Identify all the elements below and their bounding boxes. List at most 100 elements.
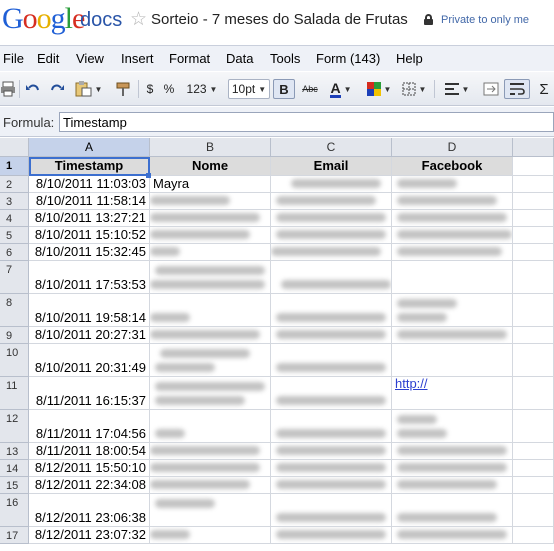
table-cell[interactable]: http:// — [392, 377, 513, 410]
row-header-4[interactable]: 4 — [0, 210, 29, 227]
table-cell[interactable] — [513, 227, 554, 244]
column-header-b[interactable]: B — [150, 138, 271, 157]
table-cell[interactable] — [271, 210, 392, 227]
table-cell[interactable] — [271, 244, 392, 261]
table-cell[interactable] — [392, 494, 513, 527]
header-cell-timestamp[interactable]: Timestamp — [29, 157, 150, 176]
column-header-c[interactable]: C — [271, 138, 392, 157]
table-cell[interactable] — [513, 527, 554, 544]
wrap-text-icon[interactable] — [504, 79, 530, 99]
table-cell[interactable]: 8/11/2011 16:15:37 — [29, 377, 150, 410]
bold-button[interactable]: B — [273, 79, 295, 99]
table-cell[interactable] — [271, 327, 392, 344]
paint-format-icon[interactable] — [112, 79, 134, 99]
table-cell[interactable] — [150, 210, 271, 227]
menu-insert[interactable]: Insert — [121, 51, 154, 66]
table-cell[interactable]: Mayra — [150, 176, 271, 193]
table-cell[interactable] — [513, 261, 554, 294]
table-cell[interactable] — [150, 193, 271, 210]
font-size-dropdown[interactable]: 10pt ▼ — [228, 79, 270, 99]
table-cell[interactable]: 8/12/2011 23:06:38 — [29, 494, 150, 527]
table-cell[interactable] — [513, 244, 554, 261]
table-cell[interactable] — [513, 344, 554, 377]
table-cell[interactable] — [513, 193, 554, 210]
table-cell[interactable] — [513, 443, 554, 460]
table-cell[interactable]: 8/10/2011 13:27:21 — [29, 210, 150, 227]
table-cell[interactable]: 8/10/2011 20:27:31 — [29, 327, 150, 344]
column-header-d[interactable]: D — [392, 138, 513, 157]
table-cell[interactable] — [150, 344, 271, 377]
table-cell[interactable] — [392, 294, 513, 327]
table-cell[interactable] — [150, 410, 271, 443]
table-cell[interactable] — [150, 327, 271, 344]
currency-format-button[interactable]: $ — [143, 79, 157, 99]
strikethrough-button[interactable]: Abc — [299, 79, 321, 99]
table-cell[interactable] — [513, 460, 554, 477]
table-cell[interactable] — [271, 176, 392, 193]
table-cell[interactable] — [271, 193, 392, 210]
table-cell[interactable] — [513, 210, 554, 227]
table-cell[interactable] — [513, 377, 554, 410]
column-header-e[interactable] — [513, 138, 554, 157]
header-cell-nome[interactable]: Nome — [150, 157, 271, 176]
table-cell[interactable] — [271, 527, 392, 544]
table-cell[interactable] — [271, 410, 392, 443]
row-header-9[interactable]: 9 — [0, 327, 29, 344]
table-cell[interactable]: 8/11/2011 17:04:56 — [29, 410, 150, 443]
header-cell-email[interactable]: Email — [271, 157, 392, 176]
undo-icon[interactable] — [24, 79, 42, 99]
row-header-14[interactable]: 14 — [0, 460, 29, 477]
table-cell[interactable] — [150, 443, 271, 460]
row-header-15[interactable]: 15 — [0, 477, 29, 494]
table-cell[interactable] — [392, 327, 513, 344]
table-cell[interactable]: 8/12/2011 22:34:08 — [29, 477, 150, 494]
table-cell[interactable] — [150, 494, 271, 527]
table-cell[interactable]: 8/10/2011 20:31:49 — [29, 344, 150, 377]
table-cell[interactable] — [271, 494, 392, 527]
table-cell[interactable] — [150, 460, 271, 477]
star-icon[interactable]: ☆ — [130, 8, 147, 31]
align-left-icon[interactable]: ▼ — [440, 79, 474, 99]
table-cell[interactable] — [513, 327, 554, 344]
text-color-dropdown[interactable]: A ▼ — [324, 79, 358, 99]
table-cell[interactable] — [392, 477, 513, 494]
table-cell[interactable] — [271, 443, 392, 460]
print-icon[interactable] — [0, 79, 16, 99]
table-cell[interactable] — [513, 294, 554, 327]
row-header-17[interactable]: 17 — [0, 527, 29, 544]
table-cell[interactable] — [392, 193, 513, 210]
menu-help[interactable]: Help — [396, 51, 423, 66]
table-cell[interactable] — [513, 157, 554, 176]
table-cell[interactable] — [392, 244, 513, 261]
table-cell[interactable] — [392, 176, 513, 193]
fill-handle[interactable] — [146, 173, 151, 178]
formula-input[interactable]: Timestamp — [59, 112, 554, 132]
table-cell[interactable]: 8/10/2011 11:03:03 — [29, 176, 150, 193]
table-cell[interactable] — [392, 261, 513, 294]
header-cell-facebook[interactable]: Facebook — [392, 157, 513, 176]
merge-cells-icon[interactable] — [479, 79, 503, 99]
table-cell[interactable]: 8/10/2011 15:32:45 — [29, 244, 150, 261]
table-cell[interactable] — [271, 477, 392, 494]
table-cell[interactable] — [392, 527, 513, 544]
row-header-8[interactable]: 8 — [0, 294, 29, 327]
table-cell[interactable] — [271, 377, 392, 410]
row-header-11[interactable]: 11 — [0, 377, 29, 410]
table-cell[interactable] — [392, 443, 513, 460]
menu-data[interactable]: Data — [226, 51, 253, 66]
table-cell[interactable] — [392, 210, 513, 227]
menu-edit[interactable]: Edit — [37, 51, 59, 66]
row-header-2[interactable]: 2 — [0, 176, 29, 193]
paste-format-icon[interactable]: ▼ — [72, 79, 104, 99]
table-cell[interactable] — [392, 460, 513, 477]
table-cell[interactable] — [513, 410, 554, 443]
table-cell[interactable]: 8/10/2011 15:10:52 — [29, 227, 150, 244]
table-cell[interactable] — [513, 494, 554, 527]
table-cell[interactable] — [271, 460, 392, 477]
borders-icon[interactable]: ▼ — [400, 79, 428, 99]
table-cell[interactable] — [392, 344, 513, 377]
product-name[interactable]: docs — [80, 9, 122, 32]
table-cell[interactable] — [150, 227, 271, 244]
menu-file[interactable]: File — [3, 51, 24, 66]
row-header-12[interactable]: 12 — [0, 410, 29, 443]
